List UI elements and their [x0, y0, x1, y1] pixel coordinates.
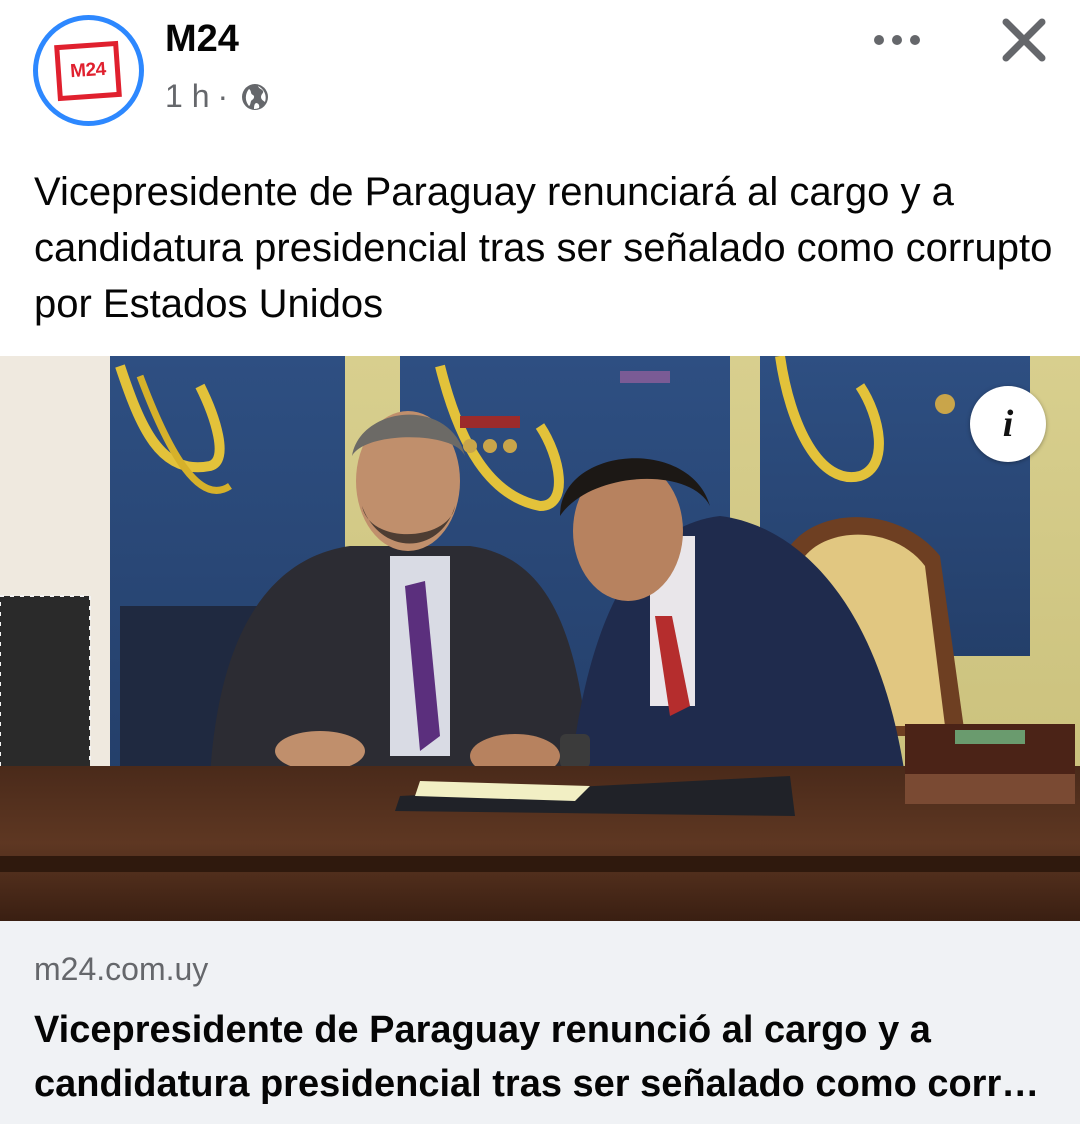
more-options-icon — [910, 35, 920, 45]
avatar[interactable]: M24 — [33, 15, 144, 126]
post-header: M24 M24 1 h · — [0, 0, 1080, 140]
more-options-button[interactable] — [868, 20, 926, 60]
more-options-icon — [874, 35, 884, 45]
link-title-line-1: Vicepresidente de Paraguay renunció al c… — [34, 1009, 931, 1051]
globe-icon — [242, 83, 269, 110]
link-title-line-2: candidatura presidencial tras ser señala… — [34, 1063, 1040, 1105]
more-options-icon — [892, 35, 902, 45]
link-domain: m24.com.uy — [34, 951, 209, 987]
page-name[interactable]: M24 — [165, 18, 239, 61]
link-preview[interactable]: m24.com.uy Vicepresidente de Paraguay re… — [0, 921, 1080, 1124]
post-meta: 1 h · — [165, 78, 270, 115]
info-icon: i — [1002, 403, 1014, 445]
m24-logo: M24 — [54, 40, 122, 102]
post-image[interactable] — [0, 356, 1080, 921]
meta-separator: · — [217, 78, 229, 114]
image-info-button[interactable]: i — [970, 386, 1046, 462]
post-time[interactable]: 1 h — [165, 78, 209, 115]
post-photo — [0, 356, 1080, 921]
close-icon[interactable] — [996, 12, 1052, 68]
link-title: Vicepresidente de Paraguay renunció al c… — [34, 1003, 1046, 1111]
post-text: Vicepresidente de Paraguay renunciará al… — [34, 170, 1053, 326]
avatar-logo-text: M24 — [69, 58, 107, 83]
